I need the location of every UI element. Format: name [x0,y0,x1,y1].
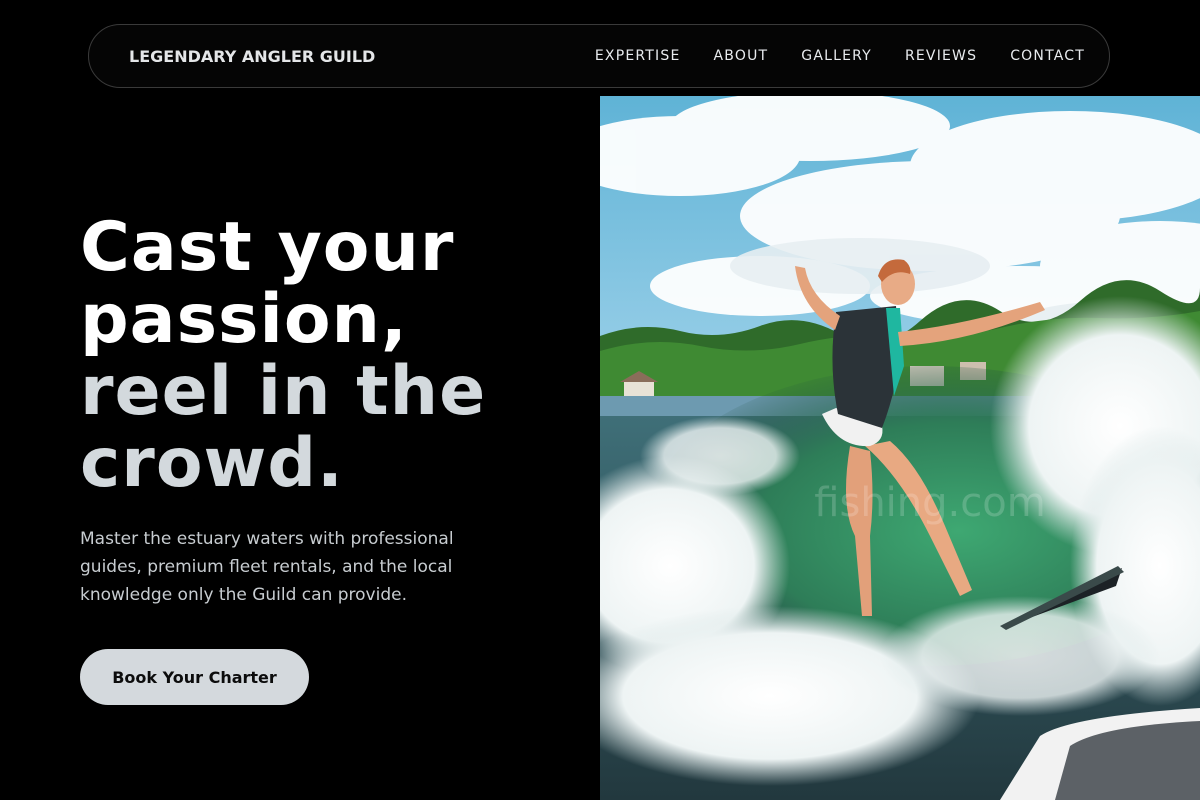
hero-title: Cast your passion, reel in the crowd. [80,212,486,500]
hero-title-line-4: crowd. [80,424,344,503]
hero-title-line-3: reel in the [80,352,487,431]
hero-title-line-1: Cast your [80,208,455,287]
nav-link-gallery[interactable]: GALLERY [801,48,872,64]
nav-link-expertise[interactable]: EXPERTISE [595,48,681,64]
nav-links: EXPERTISE ABOUT GALLERY REVIEWS CONTACT [595,48,1085,64]
book-charter-button[interactable]: Book Your Charter [80,649,309,705]
nav-link-reviews[interactable]: REVIEWS [905,48,977,64]
landing-page: LEGENDARY ANGLER GUILD EXPERTISE ABOUT G… [0,0,1200,800]
nav-link-about[interactable]: ABOUT [714,48,769,64]
nav-link-contact[interactable]: CONTACT [1010,48,1085,64]
hero-title-line-2: passion, [80,280,408,359]
hero-subtitle: Master the estuary waters with professio… [80,529,454,605]
hero-photo-wakesurfer: fishing.com [600,96,1200,800]
brand-logo-text[interactable]: LEGENDARY ANGLER GUILD [129,47,375,66]
image-watermark: fishing.com [814,480,1045,526]
top-navbar: LEGENDARY ANGLER GUILD EXPERTISE ABOUT G… [88,24,1110,88]
